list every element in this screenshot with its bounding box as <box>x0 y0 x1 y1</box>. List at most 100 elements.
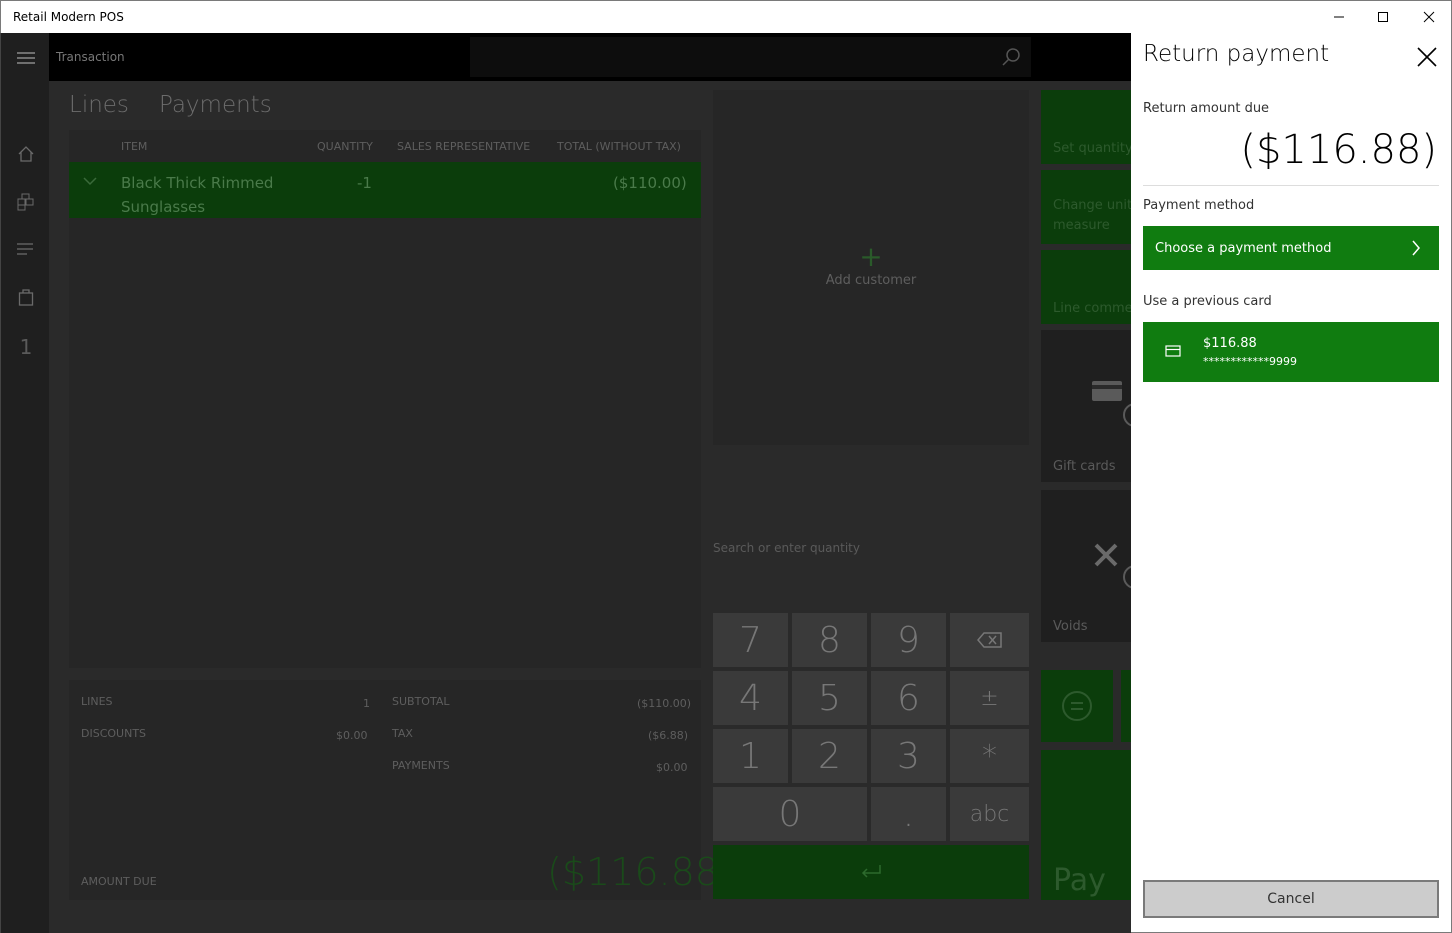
lines-label: LINES <box>81 695 113 708</box>
title-bar: Retail Modern POS <box>0 0 1452 33</box>
row-item-name-line2: Sunglasses <box>121 198 206 216</box>
lines-area <box>69 218 701 668</box>
numpad-key-1[interactable]: 1 <box>713 729 788 783</box>
pay-tile[interactable]: Pay <box>1041 750 1131 900</box>
plus-icon: + <box>859 240 883 273</box>
numpad-key-9[interactable]: 9 <box>871 613 946 667</box>
hamburger-icon <box>17 52 35 64</box>
subtotal-value: ($110.00) <box>637 697 692 710</box>
payment-method-label: Payment method <box>1143 198 1255 213</box>
numpad-key-7[interactable]: 7 <box>713 613 788 667</box>
change-unit-label: Change unit measure <box>1053 198 1133 233</box>
equals-circle-icon <box>1062 691 1092 721</box>
col-sales-rep: SALES REPRESENTATIVE <box>397 140 531 153</box>
close-panel-button[interactable] <box>1415 45 1439 69</box>
numpad-plus-minus[interactable]: ± <box>950 671 1029 725</box>
nav-cart-count: 1 <box>19 335 33 359</box>
credit-card-icon <box>1165 345 1181 357</box>
amount-due-value: ($116.88) <box>547 850 734 894</box>
pay-label: Pay <box>1053 863 1106 898</box>
nav-home[interactable] <box>15 143 37 165</box>
global-search[interactable] <box>470 37 1031 77</box>
chevron-down-icon[interactable] <box>83 172 97 190</box>
cancel-button[interactable]: Cancel <box>1143 880 1439 918</box>
close-icon <box>1417 47 1437 67</box>
shopping-bag-icon <box>18 289 34 306</box>
gift-cards-label: Gift cards <box>1053 459 1116 474</box>
previous-card-button[interactable]: $116.88 ************9999 <box>1143 322 1439 382</box>
row-total: ($110.00) <box>613 174 687 192</box>
maximize-button[interactable] <box>1360 1 1406 33</box>
amount-due-label: AMOUNT DUE <box>81 875 157 888</box>
numpad-key-2[interactable]: 2 <box>792 729 867 783</box>
tax-value: ($6.88) <box>648 729 689 742</box>
nav-products[interactable] <box>15 191 37 213</box>
window-title: Retail Modern POS <box>13 10 124 24</box>
nav-transactions[interactable] <box>15 238 37 260</box>
products-icon <box>17 193 34 211</box>
list-icon <box>17 243 33 255</box>
card-number: ************9999 <box>1203 355 1297 368</box>
numpad-abc[interactable]: abc <box>950 787 1029 841</box>
card-amount: $116.88 <box>1203 336 1257 351</box>
numpad-decimal[interactable]: . <box>871 787 946 841</box>
row-quantity: -1 <box>357 174 372 192</box>
choose-payment-method-button[interactable]: Choose a payment method <box>1143 226 1439 270</box>
chevron-right-icon <box>1412 240 1420 256</box>
return-amount-value: ($116.88) <box>1240 127 1437 173</box>
hamburger-menu-button[interactable] <box>15 47 37 69</box>
choose-payment-method-label: Choose a payment method <box>1155 241 1332 256</box>
voids-label: Voids <box>1053 619 1088 634</box>
numpad-key-3[interactable]: 3 <box>871 729 946 783</box>
gift-card-icon <box>1092 381 1122 401</box>
add-customer-label: Add customer <box>825 273 917 288</box>
top-bar: Transaction <box>49 33 1131 81</box>
backspace-icon <box>976 632 1002 648</box>
lines-value: 1 <box>363 697 370 710</box>
close-icon <box>1423 11 1435 23</box>
return-amount-label: Return amount due <box>1143 101 1270 116</box>
tab-payments[interactable]: Payments <box>159 92 272 118</box>
discounts-value: $0.00 <box>336 729 368 742</box>
quantity-search-input[interactable]: Search or enter quantity <box>713 541 860 555</box>
grid-header: ITEM QUANTITY SALES REPRESENTATIVE TOTAL… <box>69 130 701 162</box>
totals-panel: LINES 1 DISCOUNTS $0.00 SUBTOTAL ($110.0… <box>69 680 734 900</box>
col-total: TOTAL (WITHOUT TAX) <box>557 140 681 153</box>
return-payment-panel: Return payment Return amount due ($116.8… <box>1131 33 1452 933</box>
customer-panel: + Add customer <box>713 90 1029 445</box>
add-customer-button[interactable]: + Add customer <box>713 240 1029 288</box>
equals-tile[interactable] <box>1041 670 1113 742</box>
payments-value: $0.00 <box>656 761 688 774</box>
search-icon <box>1002 48 1020 66</box>
numpad-key-6[interactable]: 6 <box>871 671 946 725</box>
gift-cards-tile[interactable]: Gift cards <box>1041 330 1137 482</box>
subtotal-label: SUBTOTAL <box>392 695 450 708</box>
maximize-icon <box>1378 12 1388 22</box>
numpad-key-5[interactable]: 5 <box>792 671 867 725</box>
tab-lines[interactable]: Lines <box>69 92 129 118</box>
divider <box>1143 185 1439 186</box>
col-quantity: QUANTITY <box>317 140 373 153</box>
nav-cart[interactable] <box>15 286 37 308</box>
change-unit-tile[interactable]: Change unit measure <box>1041 170 1133 244</box>
numpad-enter-button[interactable] <box>713 845 1029 899</box>
close-window-button[interactable] <box>1406 1 1452 33</box>
minimize-icon <box>1334 16 1344 18</box>
minimize-button[interactable] <box>1316 1 1362 33</box>
numpad-backspace[interactable] <box>950 613 1029 667</box>
enter-icon <box>861 865 881 878</box>
numpad-key-4[interactable]: 4 <box>713 671 788 725</box>
line-comment-tile[interactable]: Line comment <box>1041 250 1146 324</box>
nav-rail: 1 <box>0 33 49 933</box>
table-row[interactable]: Black Thick Rimmed Sunglasses -1 ($110.0… <box>69 162 701 218</box>
voids-tile[interactable]: Voids <box>1041 490 1137 642</box>
set-quantity-tile[interactable]: Set quantity <box>1041 90 1133 164</box>
numpad-key-8[interactable]: 8 <box>792 613 867 667</box>
tax-label: TAX <box>392 727 413 740</box>
panel-title: Return payment <box>1143 41 1330 67</box>
partial-tile[interactable] <box>1121 670 1131 742</box>
breadcrumb: Transaction <box>56 50 125 64</box>
numpad-multiply[interactable]: * <box>950 729 1029 783</box>
numpad-key-0[interactable]: 0 <box>713 787 867 841</box>
home-icon <box>18 146 34 162</box>
